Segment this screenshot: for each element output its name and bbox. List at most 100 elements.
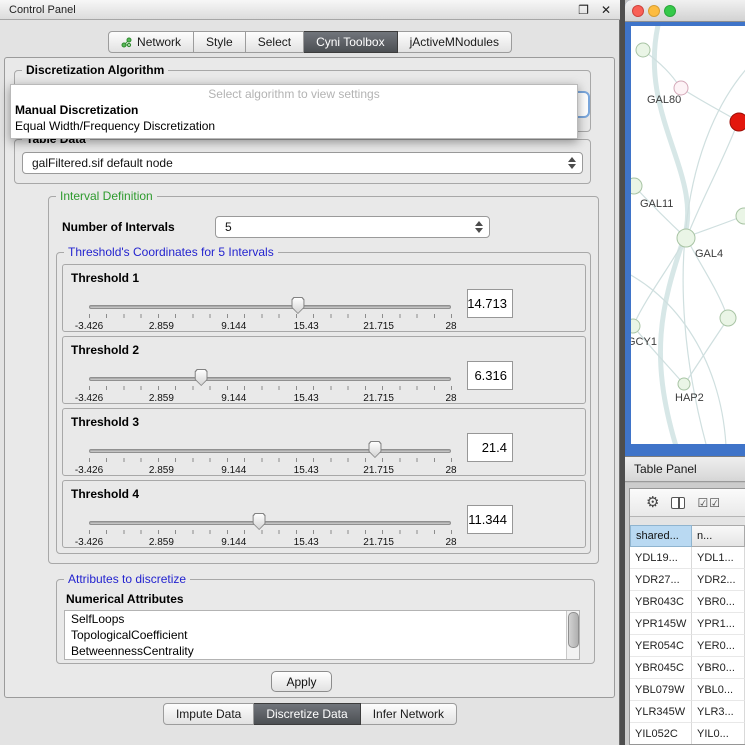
slider-track[interactable] [89,305,451,309]
scale-tick-label: 9.144 [221,465,246,476]
control-panel-titlebar: Control Panel ❐ ✕ [0,0,620,20]
threshold-4-slider[interactable]: -3.426 2.859 9.144 15.43 21.715 28 [89,507,451,549]
attributes-scrollbar[interactable] [566,611,579,659]
cell[interactable]: YBR043C [630,591,692,613]
scale-tick-label: 28 [445,393,456,404]
cell[interactable]: YIL0... [692,723,745,745]
network-node[interactable] [678,378,690,390]
number-of-intervals-combobox[interactable]: 5 [215,216,490,238]
tab-discretize-data[interactable]: Discretize Data [254,703,360,725]
cell[interactable]: YBR0... [692,657,745,679]
threshold-4-value-input[interactable]: 11.344 [467,505,513,534]
tab-style[interactable]: Style [194,31,246,53]
cell[interactable]: YDL19... [630,547,692,569]
apply-button[interactable]: Apply [271,671,332,692]
table-row[interactable]: YBR043CYBR0... [630,591,745,613]
bottom-tab-bar: Impute Data Discretize Data Infer Networ… [0,703,620,725]
float-window-icon[interactable]: ❐ [578,3,589,17]
threshold-3-panel: Threshold 3 -3.426 2.859 9.144 15.43 21.… [62,408,586,476]
cell[interactable]: YBR045C [630,657,692,679]
app-screen: Control Panel ❐ ✕ Network Style Select C… [0,0,745,745]
cell[interactable]: YER054C [630,635,692,657]
cell[interactable]: YER0... [692,635,745,657]
threshold-1-slider[interactable]: -3.426 2.859 9.144 15.43 21.715 28 [89,291,451,333]
column-header-shared-name[interactable]: shared... [630,525,692,547]
threshold-2-value-input[interactable]: 6.316 [467,361,513,390]
threshold-2-slider[interactable]: -3.426 2.859 9.144 15.43 21.715 28 [89,363,451,405]
tab-cyni-toolbox[interactable]: Cyni Toolbox [304,31,397,53]
slider-track[interactable] [89,377,451,381]
threshold-3-slider[interactable]: -3.426 2.859 9.144 15.43 21.715 28 [89,435,451,477]
table-rows: YDL19...YDL1... YDR27...YDR2... YBR043CY… [630,547,745,744]
tab-select[interactable]: Select [246,31,304,53]
table-row[interactable]: YIL052CYIL0... [630,723,745,745]
select-rows-icons[interactable]: ☑☑ [697,497,721,509]
tab-network[interactable]: Network [108,31,194,53]
dropdown-placeholder-option[interactable]: Select algorithm to view settings [11,87,577,102]
tab-jactivemnodules[interactable]: jActiveMNodules [398,31,512,53]
table-row[interactable]: YBR045CYBR0... [630,657,745,679]
cell[interactable]: YPR1... [692,613,745,635]
table-row[interactable]: YER054CYER0... [630,635,745,657]
threshold-1-value-input[interactable]: 14.713 [467,289,513,318]
slider-track[interactable] [89,449,451,453]
cell[interactable]: YDR27... [630,569,692,591]
scale-tick-label: 21.715 [363,321,394,332]
slider-thumb[interactable] [195,369,208,386]
network-node[interactable] [677,229,695,247]
network-node[interactable] [636,43,650,57]
scale-tick-label: 15.43 [294,393,319,404]
cell[interactable]: YLR3... [692,701,745,723]
network-node[interactable] [736,208,745,224]
tab-infer-network[interactable]: Infer Network [361,703,457,725]
cell[interactable]: YDR2... [692,569,745,591]
table-row[interactable]: YPR145WYPR1... [630,613,745,635]
network-window-titlebar [625,0,745,22]
gear-icon[interactable]: ⚙ [646,495,659,510]
close-icon[interactable]: ✕ [601,3,611,17]
slider-thumb[interactable] [368,441,381,458]
network-canvas[interactable]: GAL80 GAL11 GAL4 GCY1 HAP2 [631,26,745,444]
list-item[interactable]: BetweennessCentrality [65,643,579,659]
cell[interactable]: YBL0... [692,679,745,701]
close-traffic-light-icon[interactable] [632,5,644,17]
table-row[interactable]: YBL079WYBL0... [630,679,745,701]
slider-thumb[interactable] [291,297,304,314]
tab-impute-data[interactable]: Impute Data [163,703,254,725]
scrollbar-thumb[interactable] [568,612,579,648]
cell[interactable]: YDL1... [692,547,745,569]
threshold-3-value-input[interactable]: 21.4 [467,433,513,462]
cell[interactable]: YLR345W [630,701,692,723]
table-panel-title: Table Panel [634,462,697,476]
dropdown-option-manual-discretization[interactable]: Manual Discretization [11,102,577,118]
cell[interactable]: YBL079W [630,679,692,701]
tab-label: Network [137,35,181,49]
network-node[interactable] [631,178,642,194]
cell[interactable]: YPR145W [630,613,692,635]
cell[interactable]: YIL052C [630,723,692,745]
network-node[interactable] [631,319,640,333]
zoom-traffic-light-icon[interactable] [664,5,676,17]
panel-title: Control Panel [9,4,76,16]
column-header-name[interactable]: n... [692,525,745,547]
slider-tick-marks [89,386,452,390]
table-data-selected-value: galFiltered.sif default node [32,156,173,170]
column-selector-icon[interactable] [671,497,685,509]
cell[interactable]: YBR0... [692,591,745,613]
tab-label: Infer Network [373,707,444,721]
table-data-combobox[interactable]: galFiltered.sif default node [22,152,583,174]
list-item[interactable]: SelfLoops [65,611,579,627]
network-node-selected-red[interactable] [730,113,745,131]
slider-track[interactable] [89,521,451,525]
table-row[interactable]: YLR345WYLR3... [630,701,745,723]
dropdown-option-equal-width[interactable]: Equal Width/Frequency Discretization [11,118,577,134]
network-node[interactable] [674,81,688,95]
minimize-traffic-light-icon[interactable] [648,5,660,17]
network-node[interactable] [720,310,736,326]
table-row[interactable]: YDL19...YDL1... [630,547,745,569]
table-panel: ⚙ ☑☑ shared... n... YDL19...YDL1... YDR2… [625,483,745,745]
list-item[interactable]: TopologicalCoefficient [65,627,579,643]
slider-thumb[interactable] [253,513,266,530]
table-header-row: shared... n... [630,525,745,547]
table-row[interactable]: YDR27...YDR2... [630,569,745,591]
